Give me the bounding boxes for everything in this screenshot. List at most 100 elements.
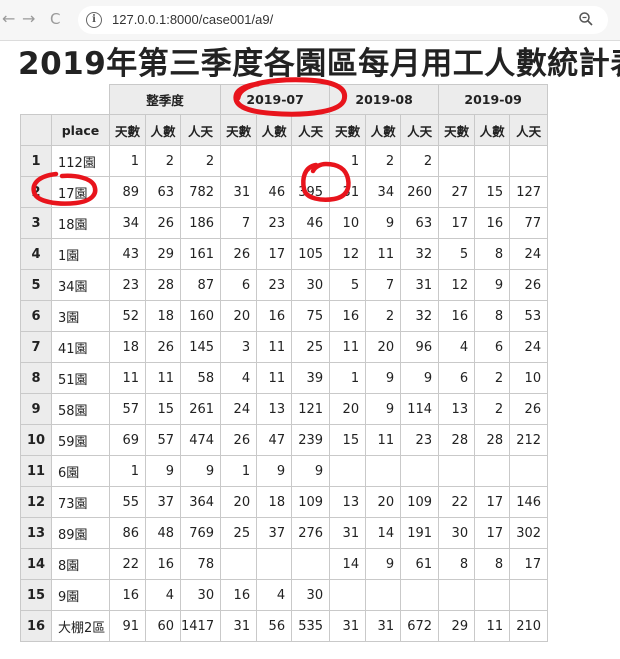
table-row: 11 6園 1 9 9 1 9 9 — [20, 455, 549, 487]
table-row: 6 3園 52 18 160 20 16 75 16 2 32 16 8 53 — [20, 300, 549, 332]
url-text[interactable]: 127.0.0.1:8000/case001/a9/ — [112, 12, 273, 27]
value-cell: 7 — [220, 207, 258, 239]
value-cell: 18 — [256, 486, 293, 518]
info-icon[interactable]: i — [86, 12, 102, 28]
value-cell: 105 — [291, 238, 331, 270]
value-cell: 55 — [109, 486, 146, 518]
value-cell: 9 — [365, 362, 402, 394]
table-row: 15 9園 16 4 30 16 4 30 — [20, 579, 549, 611]
sub-header-0: 天數 — [109, 114, 146, 146]
place-cell: 1園 — [51, 238, 110, 270]
back-arrow-icon[interactable]: ← — [2, 11, 15, 27]
value-cell: 34 — [365, 176, 402, 208]
value-cell: 20 — [329, 393, 367, 425]
value-cell: 75 — [291, 300, 331, 332]
value-cell: 276 — [291, 517, 331, 549]
value-cell: 30 — [291, 269, 331, 301]
value-cell: 24 — [220, 393, 258, 425]
value-cell: 2 — [474, 393, 511, 425]
value-cell: 109 — [291, 486, 331, 518]
value-cell: 9 — [256, 455, 293, 487]
value-cell: 39 — [291, 362, 331, 394]
value-cell: 16 — [220, 579, 258, 611]
value-cell: 56 — [256, 610, 293, 642]
place-header: place — [51, 114, 110, 146]
value-cell — [438, 579, 476, 611]
value-cell — [329, 455, 367, 487]
value-cell: 15 — [329, 424, 367, 456]
value-cell: 2 — [400, 145, 440, 177]
row-number: 13 — [20, 517, 52, 549]
forward-arrow-icon[interactable]: → — [22, 11, 35, 27]
value-cell: 53 — [509, 300, 549, 332]
value-cell: 32 — [400, 238, 440, 270]
value-cell: 31 — [220, 176, 258, 208]
value-cell: 2 — [474, 362, 511, 394]
value-cell: 15 — [474, 176, 511, 208]
value-cell: 43 — [109, 238, 146, 270]
value-cell: 261 — [179, 393, 222, 425]
value-cell — [291, 145, 331, 177]
row-number: 9 — [20, 393, 52, 425]
value-cell: 10 — [509, 362, 549, 394]
group-header-quarter: 整季度 — [108, 84, 222, 115]
row-number-header — [20, 114, 52, 146]
value-cell: 161 — [179, 238, 222, 270]
stats-table-container: 整季度 2019-07 2019-08 2019-09 place 天數 人數 人天… — [20, 84, 549, 642]
value-cell: 57 — [145, 424, 181, 456]
value-cell: 78 — [179, 548, 222, 580]
value-cell: 18 — [145, 300, 181, 332]
row-number: 1 — [20, 145, 52, 177]
value-cell: 28 — [438, 424, 476, 456]
row-number: 10 — [20, 424, 52, 456]
place-cell: 41園 — [51, 331, 110, 363]
value-cell: 37 — [145, 486, 181, 518]
row-number: 15 — [20, 579, 52, 611]
value-cell: 160 — [179, 300, 222, 332]
value-cell: 31 — [365, 610, 402, 642]
place-cell: 73園 — [51, 486, 110, 518]
place-cell: 17園 — [51, 176, 110, 208]
group-header-2019-09: 2019-09 — [438, 84, 549, 115]
sub-header-7: 人數 — [365, 114, 402, 146]
value-cell: 30 — [291, 579, 331, 611]
value-cell — [438, 455, 476, 487]
value-cell: 20 — [220, 486, 258, 518]
value-cell: 302 — [509, 517, 549, 549]
place-cell: 51園 — [51, 362, 110, 394]
table-row: 10 59園 69 57 474 26 47 239 15 11 23 28 28 212 — [20, 424, 549, 456]
value-cell: 2 — [365, 300, 402, 332]
value-cell: 52 — [109, 300, 146, 332]
value-cell: 26 — [509, 393, 549, 425]
place-cell: 18園 — [51, 207, 110, 239]
place-cell: 59園 — [51, 424, 110, 456]
value-cell — [438, 145, 476, 177]
value-cell: 26 — [509, 269, 549, 301]
value-cell: 32 — [400, 300, 440, 332]
row-number: 12 — [20, 486, 52, 518]
value-cell: 31 — [220, 610, 258, 642]
group-header-2019-08: 2019-08 — [329, 84, 440, 115]
row-number: 3 — [20, 207, 52, 239]
value-cell: 145 — [179, 331, 222, 363]
row-number: 8 — [20, 362, 52, 394]
table-row: 4 1園 43 29 161 26 17 105 12 11 32 5 8 24 — [20, 238, 549, 270]
value-cell: 26 — [220, 424, 258, 456]
value-cell: 14 — [365, 517, 402, 549]
place-cell: 大棚2區 — [51, 610, 110, 642]
value-cell: 210 — [509, 610, 549, 642]
value-cell — [365, 579, 402, 611]
value-cell: 58 — [179, 362, 222, 394]
table-row: 5 34園 23 28 87 6 23 30 5 7 31 12 9 26 — [20, 269, 549, 301]
value-cell: 87 — [179, 269, 222, 301]
value-cell: 10 — [329, 207, 367, 239]
value-cell: 48 — [145, 517, 181, 549]
value-cell: 16 — [109, 579, 146, 611]
address-bar[interactable]: i 127.0.0.1:8000/case001/a9/ — [78, 6, 608, 34]
value-cell: 6 — [220, 269, 258, 301]
zoom-icon[interactable] — [578, 11, 594, 27]
value-cell: 13 — [256, 393, 293, 425]
value-cell: 46 — [256, 176, 293, 208]
reload-icon[interactable]: C — [50, 11, 60, 27]
value-cell: 23 — [256, 207, 293, 239]
